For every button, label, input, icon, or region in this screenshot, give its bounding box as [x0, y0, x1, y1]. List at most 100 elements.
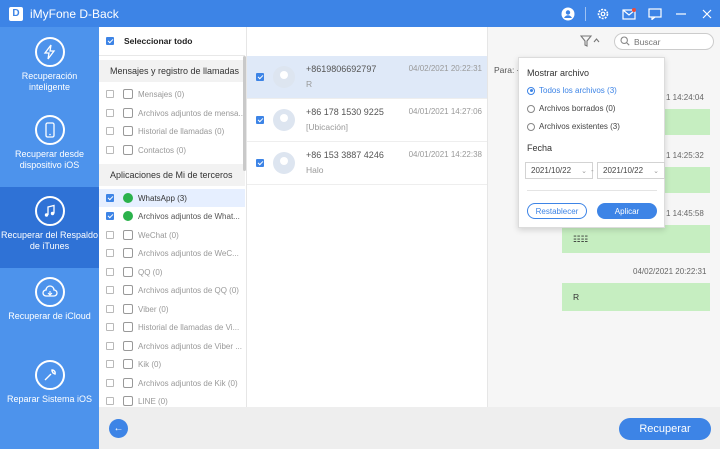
category-checkbox[interactable] — [106, 268, 114, 276]
chat-icon[interactable] — [642, 0, 668, 27]
date-to-value: 2021/10/22 — [603, 166, 644, 175]
conversation-checkbox[interactable] — [256, 159, 264, 167]
whatsapp-icon — [123, 193, 133, 203]
date-to-select[interactable]: 2021/10/22 ⌄ — [597, 162, 665, 179]
avatar — [273, 152, 295, 174]
category-checkbox[interactable] — [106, 286, 114, 294]
radio-button[interactable] — [527, 104, 535, 113]
nav-item-recuperar-itunes[interactable]: Recuperar del Respaldo de iTunes — [0, 187, 99, 268]
category-item[interactable]: Contactos (0) — [99, 141, 245, 159]
category-item-whatsapp[interactable]: WhatsApp (3) — [99, 189, 245, 207]
avatar — [273, 109, 295, 131]
nav-label: Recuperar de iCloud — [8, 311, 91, 321]
category-item[interactable]: Archivos adjuntos de QQ (0) — [99, 281, 245, 299]
category-item[interactable]: Archivos adjuntos de What... — [99, 207, 245, 225]
conversation-row[interactable]: +86 178 1530 9225 [Ubicación] 04/01/2021… — [247, 99, 488, 142]
category-checkbox[interactable] — [106, 127, 114, 135]
category-item[interactable]: WeChat (0) — [99, 226, 245, 244]
category-checkbox[interactable] — [106, 109, 114, 117]
recover-button[interactable]: Recuperar — [619, 418, 711, 440]
conversation-row[interactable]: +86 153 3887 4246 Halo 04/01/2021 14:22:… — [247, 142, 488, 185]
nav-label: Reparar Sistema iOS — [6, 394, 93, 404]
qq-icon — [123, 267, 133, 277]
user-icon[interactable] — [555, 0, 581, 27]
category-checkbox[interactable] — [106, 249, 114, 257]
avatar — [273, 66, 295, 88]
gear-icon[interactable] — [590, 0, 616, 27]
filter-popup: Mostrar archivo Todos los archivos (3) A… — [518, 57, 665, 228]
filter-option-label: Archivos existentes (3) — [539, 122, 620, 131]
search-input[interactable] — [634, 36, 704, 47]
contact-number: +8619806692797 — [306, 64, 377, 74]
kik-attachment-icon — [123, 378, 133, 388]
filter-option-existing[interactable]: Archivos existentes (3) — [527, 122, 620, 131]
category-panel: Seleccionar todo Mensajes y registro de … — [99, 27, 245, 407]
radio-button[interactable] — [527, 86, 535, 95]
category-item[interactable]: Mensajes (0) — [99, 85, 245, 103]
date-from-select[interactable]: 2021/10/22 ⌄ — [525, 162, 593, 179]
filter-icon[interactable] — [579, 34, 602, 48]
category-item[interactable]: Archivos adjuntos de WeC... — [99, 244, 245, 262]
contact-date: 04/02/2021 20:22:31 — [408, 64, 482, 73]
category-item[interactable]: LINE (0) — [99, 392, 245, 407]
wrench-icon — [34, 360, 65, 390]
app-logo: D — [9, 6, 23, 21]
viber-call-icon — [123, 322, 133, 332]
back-button[interactable]: ← — [109, 419, 128, 438]
title-bar: D iMyFone D-Back — [0, 0, 720, 27]
close-icon[interactable] — [694, 0, 720, 27]
search-icon — [620, 35, 630, 48]
filter-option-label: Archivos borrados (0) — [539, 104, 616, 113]
category-checkbox[interactable] — [106, 360, 114, 368]
category-checkbox[interactable] — [106, 231, 114, 239]
category-checkbox[interactable] — [106, 379, 114, 387]
category-item[interactable]: Archivos adjuntos de Kik (0) — [99, 374, 245, 392]
category-checkbox[interactable] — [106, 397, 114, 405]
category-item[interactable]: Viber (0) — [99, 300, 245, 318]
conversation-checkbox[interactable] — [256, 116, 264, 124]
category-checkbox[interactable] — [106, 323, 114, 331]
category-checkbox[interactable] — [106, 194, 114, 202]
nav-item-recuperar-icloud[interactable]: Recuperar de iCloud — [0, 277, 99, 339]
contact-number: +86 153 3887 4246 — [306, 150, 384, 160]
category-item[interactable]: QQ (0) — [99, 263, 245, 281]
category-checkbox[interactable] — [106, 212, 114, 220]
filter-option-label: Todos los archivos (3) — [539, 86, 617, 95]
category-checkbox[interactable] — [106, 342, 114, 350]
category-checkbox[interactable] — [106, 305, 114, 313]
minimize-icon[interactable] — [668, 0, 694, 27]
mail-icon[interactable] — [616, 0, 642, 27]
category-item[interactable]: Kik (0) — [99, 355, 245, 373]
search-box[interactable] — [614, 33, 714, 50]
music-icon — [34, 196, 65, 226]
phone-icon — [34, 115, 65, 145]
filter-option-deleted[interactable]: Archivos borrados (0) — [527, 104, 615, 113]
popup-title: Mostrar archivo — [527, 68, 590, 78]
group-header-aplicaciones: Aplicaciones de Mi de terceros — [99, 164, 245, 186]
category-item[interactable]: Historial de llamadas (0) — [99, 122, 245, 140]
date-label: Fecha — [527, 143, 553, 153]
category-checkbox[interactable] — [106, 90, 114, 98]
attachment-icon — [123, 108, 133, 118]
radio-button[interactable] — [527, 122, 535, 131]
category-checkbox[interactable] — [106, 146, 114, 154]
category-item[interactable]: Archivos adjuntos de Viber ... — [99, 337, 245, 355]
select-all-checkbox[interactable] — [106, 37, 114, 45]
category-item[interactable]: Archivos adjuntos de mensa... — [99, 104, 245, 122]
conversation-checkbox[interactable] — [256, 73, 264, 81]
nav-item-recuperar-ios[interactable]: Recuperar desde dispositivo iOS — [0, 115, 99, 187]
lightning-icon — [34, 37, 65, 67]
filter-option-all[interactable]: Todos los archivos (3) — [527, 86, 617, 95]
message-icon — [123, 89, 133, 99]
conversation-row[interactable]: +8619806692797 R 04/02/2021 20:22:31 — [247, 56, 488, 99]
select-all-row[interactable]: Seleccionar todo — [99, 27, 245, 56]
message-bubble: R — [562, 283, 710, 311]
sidebar: Recuperación inteligente Recuperar desde… — [0, 27, 99, 449]
nav-item-reparar-ios[interactable]: Reparar Sistema iOS — [0, 360, 99, 422]
category-item[interactable]: Historial de llamadas de Vi... — [99, 318, 245, 336]
reset-button[interactable]: Restablecer — [527, 203, 587, 219]
nav-item-recuperacion-inteligente[interactable]: Recuperación inteligente — [0, 37, 99, 99]
apply-button[interactable]: Aplicar — [597, 203, 657, 219]
window-controls — [555, 0, 720, 27]
wechat-icon — [123, 230, 133, 240]
